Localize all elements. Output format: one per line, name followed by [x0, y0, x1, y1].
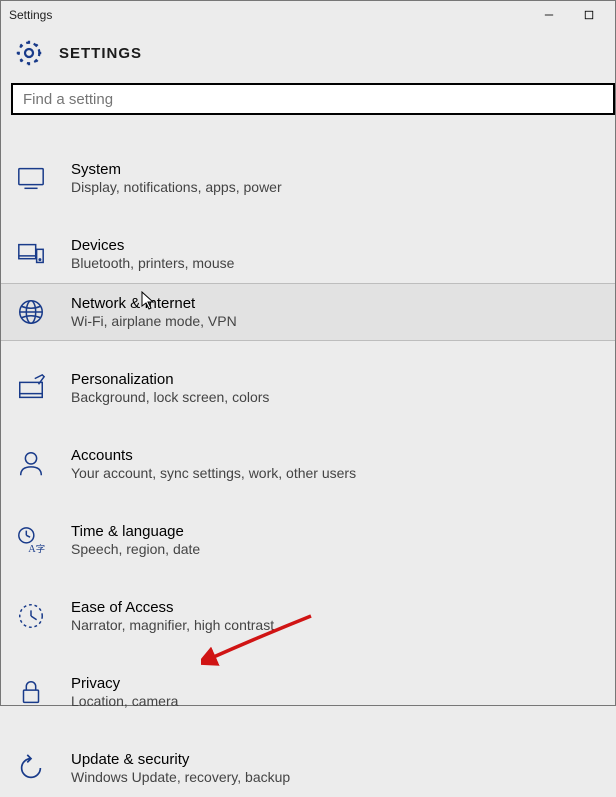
category-privacy[interactable]: Privacy Location, camera [1, 663, 615, 721]
titlebar: Settings [1, 1, 615, 29]
categories-list: System Display, notifications, apps, pow… [1, 149, 615, 797]
category-update-security[interactable]: Update & security Windows Update, recove… [1, 739, 615, 797]
category-desc: Location, camera [71, 693, 178, 709]
category-title: Ease of Access [71, 599, 274, 616]
category-desc: Display, notifications, apps, power [71, 179, 282, 195]
globe-icon [15, 296, 47, 328]
personalization-icon [15, 372, 47, 404]
category-desc: Wi-Fi, airplane mode, VPN [71, 313, 237, 329]
category-personalization[interactable]: Personalization Background, lock screen,… [1, 359, 615, 417]
category-title: Time & language [71, 523, 200, 540]
lock-icon [15, 676, 47, 708]
category-title: Personalization [71, 371, 269, 388]
category-title: Accounts [71, 447, 356, 464]
window-title: Settings [9, 8, 52, 22]
category-desc: Speech, region, date [71, 541, 200, 557]
category-title: System [71, 161, 282, 178]
category-devices[interactable]: Devices Bluetooth, printers, mouse [1, 225, 615, 283]
maximize-button[interactable] [569, 3, 609, 27]
gear-icon [13, 37, 45, 69]
category-accounts[interactable]: Accounts Your account, sync settings, wo… [1, 435, 615, 493]
category-time-language[interactable]: A 字 Time & language Speech, region, date [1, 511, 615, 569]
category-system[interactable]: System Display, notifications, apps, pow… [1, 149, 615, 207]
person-icon [15, 448, 47, 480]
category-desc: Background, lock screen, colors [71, 389, 269, 405]
header: SETTINGS [1, 29, 615, 83]
window-controls [529, 3, 609, 27]
page-title: SETTINGS [59, 45, 142, 62]
search-input[interactable] [11, 83, 615, 115]
ease-of-access-icon [15, 600, 47, 632]
category-title: Update & security [71, 751, 290, 768]
category-ease-of-access[interactable]: Ease of Access Narrator, magnifier, high… [1, 587, 615, 645]
category-desc: Windows Update, recovery, backup [71, 769, 290, 785]
devices-icon [15, 238, 47, 270]
category-desc: Your account, sync settings, work, other… [71, 465, 356, 481]
display-icon [15, 162, 47, 194]
search-container [1, 83, 615, 115]
category-title: Network & Internet [71, 295, 237, 312]
category-title: Devices [71, 237, 234, 254]
category-title: Privacy [71, 675, 178, 692]
minimize-button[interactable] [529, 3, 569, 27]
time-language-icon: A 字 [15, 524, 47, 556]
update-icon [15, 752, 47, 784]
category-desc: Bluetooth, printers, mouse [71, 255, 234, 271]
category-desc: Narrator, magnifier, high contrast [71, 617, 274, 633]
category-network[interactable]: Network & Internet Wi-Fi, airplane mode,… [1, 283, 615, 341]
svg-text:字: 字 [36, 543, 45, 555]
